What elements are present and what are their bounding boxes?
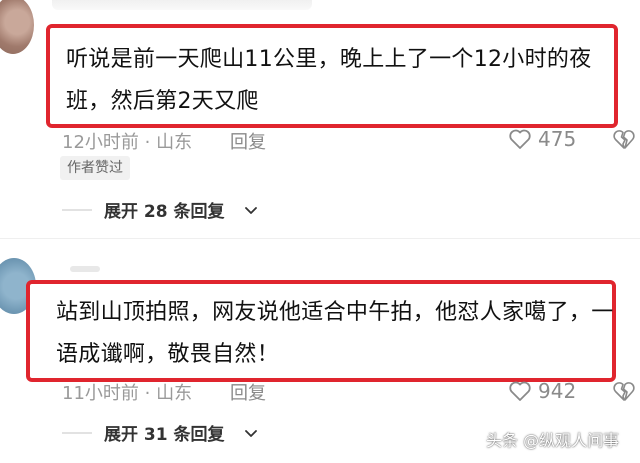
watermark: 头条 @纵观人间事: [486, 431, 620, 450]
dislike-broken-heart-icon[interactable]: [612, 128, 636, 150]
comment-divider: [0, 238, 640, 239]
thread-line: [62, 209, 92, 211]
expand-replies-button[interactable]: 展开 31 条回复: [104, 420, 225, 445]
comment-text: 站到山顶拍照，网友说他适合中午拍，他怼人家噶了，一语成谶啊，敬畏自然！: [56, 300, 614, 367]
previous-content-fade: [52, 0, 312, 10]
comment-meta: 12小时前 · 山东: [62, 132, 193, 153]
username-fade: [70, 266, 100, 272]
chevron-down-icon: [245, 207, 257, 214]
comment-meta: 11小时前 · 山东: [62, 383, 193, 404]
reply-button[interactable]: 回复: [230, 128, 266, 154]
dislike-broken-heart-icon[interactable]: [612, 380, 636, 402]
comment-highlight-box: 站到山顶拍照，网友说他适合中午拍，他怼人家噶了，一语成谶啊，敬畏自然！: [26, 280, 616, 382]
like-count: 942: [538, 379, 577, 403]
like-heart-icon[interactable]: [508, 380, 532, 402]
like-heart-icon[interactable]: [508, 128, 532, 150]
like-count: 475: [538, 127, 577, 151]
author-liked-badge: 作者赞过: [60, 156, 130, 180]
reply-button[interactable]: 回复: [230, 379, 266, 405]
expand-replies-button[interactable]: 展开 28 条回复: [104, 197, 225, 222]
thread-line: [62, 432, 92, 434]
avatar[interactable]: [0, 0, 34, 54]
comment-text: 听说是前一天爬山11公里，晚上上了一个12小时的夜班，然后第2天又爬: [66, 47, 592, 114]
comment-highlight-box: 听说是前一天爬山11公里，晚上上了一个12小时的夜班，然后第2天又爬: [46, 24, 618, 128]
chevron-down-icon: [245, 430, 257, 437]
